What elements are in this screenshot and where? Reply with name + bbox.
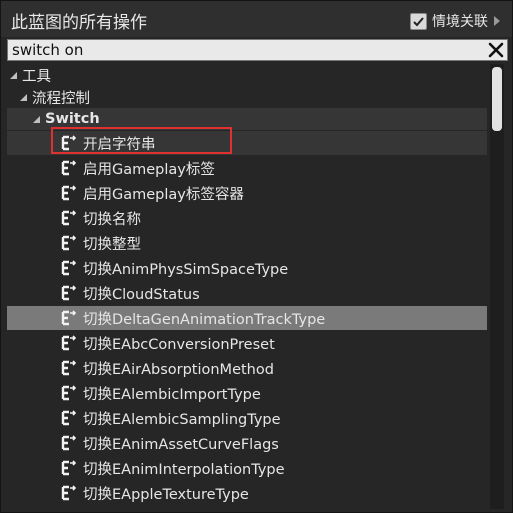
- tree-category-tools[interactable]: 工具: [7, 64, 487, 86]
- tree-item[interactable]: 切换DeltaGenAnimationTrackType: [7, 306, 487, 330]
- tree-item[interactable]: 切换EAbcConversionPreset: [7, 331, 487, 355]
- collapse-arrow-icon[interactable]: [9, 71, 18, 80]
- tree-item-label: 切换AnimPhysSimSpaceType: [83, 261, 289, 278]
- tree-group-label: Switch: [45, 111, 100, 127]
- tree-item-label: 切换EAirAbsorptionMethod: [83, 361, 274, 378]
- scrollbar-thumb[interactable]: [492, 67, 502, 131]
- tree-item-label: 切换名称: [83, 211, 141, 228]
- tree-item-label: 切换EAlembicImportType: [83, 386, 261, 403]
- switch-node-icon: [59, 259, 77, 277]
- collapse-arrow-icon[interactable]: [32, 115, 41, 124]
- search-input[interactable]: [12, 40, 482, 60]
- switch-node-icon: [59, 434, 77, 452]
- switch-node-icon: [59, 284, 77, 302]
- switch-node-icon: [59, 409, 77, 427]
- highlight-annotation: [51, 127, 232, 154]
- context-sensitive-label: 情境关联: [432, 14, 488, 30]
- tree-item-label: 切换CloudStatus: [83, 286, 200, 303]
- tree-item[interactable]: 启用Gameplay标签容器: [7, 181, 487, 205]
- tree-item[interactable]: 切换AnimPhysSimSpaceType: [7, 256, 487, 280]
- checkmark-icon: [413, 16, 424, 26]
- switch-node-icon: [59, 359, 77, 377]
- switch-node-icon: [59, 234, 77, 252]
- switch-node-icon: [59, 159, 77, 177]
- tree-item[interactable]: 切换EAnimAssetCurveFlags: [7, 431, 487, 455]
- expand-arrow-icon[interactable]: [494, 16, 500, 26]
- context-sensitive-toggle[interactable]: 情境关联: [410, 11, 500, 31]
- tree-item-label: 切换整型: [83, 236, 141, 253]
- switch-node-icon: [59, 384, 77, 402]
- tree-item-label: 切换DeltaGenAnimationTrackType: [83, 311, 326, 328]
- scrollbar[interactable]: [490, 64, 504, 509]
- tree-item-label: 启用Gameplay标签容器: [83, 186, 244, 203]
- switch-node-icon: [59, 334, 77, 352]
- switch-node-icon: [59, 459, 77, 477]
- tree-item-label: 切换EAnimInterpolationType: [83, 461, 285, 478]
- tree-category-label: 工具: [22, 68, 51, 85]
- tree-item[interactable]: 切换EAppleTextureType: [7, 481, 487, 505]
- blueprint-action-menu: 此蓝图的所有操作 情境关联 工具 流程控制 Switch: [0, 0, 513, 513]
- tree-item-label: 切换EAbcConversionPreset: [83, 336, 275, 353]
- tree-item[interactable]: 切换整型: [7, 231, 487, 255]
- tree-subcategory-flow-control[interactable]: 流程控制: [7, 86, 487, 108]
- menu-title: 此蓝图的所有操作: [11, 13, 147, 33]
- tree-item[interactable]: 切换EAlembicImportType: [7, 381, 487, 405]
- clear-search-icon[interactable]: [487, 41, 505, 59]
- switch-node-icon: [59, 184, 77, 202]
- switch-node-icon: [59, 484, 77, 502]
- tree-item[interactable]: 切换EAlembicSamplingType: [7, 406, 487, 430]
- tree-item[interactable]: 切换EAirAbsorptionMethod: [7, 356, 487, 380]
- switch-node-icon: [59, 209, 77, 227]
- tree-item-label: 启用Gameplay标签: [83, 161, 215, 178]
- tree-item-label: 切换EAnimAssetCurveFlags: [83, 436, 279, 453]
- switch-node-icon: [59, 309, 77, 327]
- search-box[interactable]: [7, 39, 508, 61]
- tree-item-label: 切换EAppleTextureType: [83, 486, 249, 503]
- tree-item[interactable]: 切换EAnimInterpolationType: [7, 456, 487, 480]
- tree-item-label: 切换EAlembicSamplingType: [83, 411, 281, 428]
- collapse-arrow-icon[interactable]: [19, 93, 28, 102]
- tree-item[interactable]: 切换名称: [7, 206, 487, 230]
- menu-header: 此蓝图的所有操作 情境关联: [1, 1, 512, 37]
- context-sensitive-checkbox[interactable]: [410, 12, 427, 30]
- tree-item[interactable]: 切换CloudStatus: [7, 281, 487, 305]
- tree-item[interactable]: 启用Gameplay标签: [7, 156, 487, 180]
- tree-subcategory-label: 流程控制: [32, 90, 90, 107]
